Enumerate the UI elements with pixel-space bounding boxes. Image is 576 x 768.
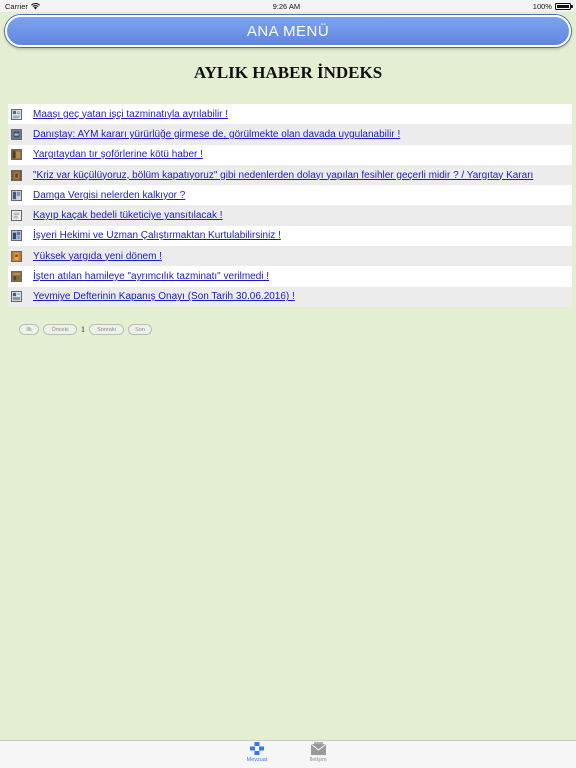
pager-current-page: 1	[81, 325, 85, 334]
pager-first-button[interactable]: İlk	[19, 324, 39, 335]
news-link[interactable]: Danıştay: AYM kararı yürürlüğe girmese d…	[33, 129, 400, 140]
envelope-icon	[310, 742, 326, 755]
news-row: Kayıp kaçak bedeli tüketiciye yansıtılac…	[8, 205, 572, 226]
news-thumbnail-icon[interactable]	[11, 210, 22, 222]
grid-blocks-icon	[250, 742, 264, 755]
pager-prev-button[interactable]: Önceki	[43, 324, 77, 335]
news-link[interactable]: Kayıp kaçak bedeli tüketiciye yansıtılac…	[33, 210, 223, 221]
news-row: Yargıtaydan tır şoförlerine kötü haber !	[8, 144, 572, 165]
main-menu-button[interactable]: ANA MENÜ	[5, 15, 571, 47]
news-link[interactable]: İşten atılan hamileye "ayrımcılık tazmin…	[33, 271, 269, 282]
news-link[interactable]: Damga Vergisi nelerden kalkıyor ?	[33, 190, 185, 201]
wifi-icon	[30, 2, 40, 9]
news-link[interactable]: Yargıtaydan tır şoförlerine kötü haber !	[33, 149, 203, 160]
tab-bar: Mevzuat İletişim	[0, 740, 576, 768]
status-left: Carrier	[5, 2, 40, 11]
status-time: 9:26 AM	[272, 1, 301, 11]
status-right: 100%	[532, 1, 573, 11]
pager-last-button[interactable]: Son	[128, 324, 152, 335]
news-row: Yüksek yargıda yeni dönem !	[8, 246, 572, 267]
page-title: AYLIK HABER İNDEKS	[193, 63, 383, 82]
news-link[interactable]: Yevmiye Defterinin Kapanış Onayı (Son Ta…	[33, 291, 295, 302]
news-thumbnail-icon[interactable]	[11, 230, 22, 242]
tab-label: İletişim	[309, 757, 327, 763]
battery-icon	[554, 2, 573, 10]
news-thumbnail-icon[interactable]	[11, 250, 22, 262]
news-thumbnail-icon[interactable]	[11, 271, 22, 283]
tab-iletisim[interactable]: İletişim	[298, 742, 338, 768]
news-list: Maaşı geç yatan işçi tazminatıyla ayrıla…	[8, 104, 572, 307]
news-link[interactable]: Yüksek yargıda yeni dönem !	[33, 251, 162, 262]
news-thumbnail-icon[interactable]	[11, 189, 22, 201]
status-bar: Carrier 9:26 AM 100%	[0, 0, 576, 12]
pagination: İlk Önceki 1 Sonraki Son	[19, 324, 152, 335]
news-row: İşyeri Hekimi ve Uzman Çalıştırmaktan Ku…	[8, 225, 572, 247]
news-row: Danıştay: AYM kararı yürürlüğe girmese d…	[8, 124, 572, 145]
news-link[interactable]: Maaşı geç yatan işçi tazminatıyla ayrıla…	[33, 109, 228, 120]
news-row: Yevmiye Defterinin Kapanış Onayı (Son Ta…	[8, 286, 572, 307]
news-link[interactable]: "Kriz var küçülüyoruz, bölüm kapatıyoruz…	[33, 170, 533, 181]
news-row: Damga Vergisi nelerden kalkıyor ?	[8, 185, 572, 206]
pager-next-button[interactable]: Sonraki	[89, 324, 124, 335]
tab-label: Mevzuat	[246, 757, 268, 763]
news-row: Maaşı geç yatan işçi tazminatıyla ayrıla…	[8, 104, 572, 125]
news-thumbnail-icon[interactable]	[11, 291, 22, 303]
battery-percent: 100%	[532, 1, 552, 11]
news-thumbnail-icon[interactable]	[11, 149, 22, 161]
news-thumbnail-icon[interactable]	[11, 169, 22, 181]
news-thumbnail-icon[interactable]	[11, 108, 22, 120]
news-link[interactable]: İşyeri Hekimi ve Uzman Çalıştırmaktan Ku…	[33, 230, 281, 241]
news-thumbnail-icon[interactable]	[11, 128, 22, 140]
tab-mevzuat[interactable]: Mevzuat	[237, 742, 277, 768]
news-row: "Kriz var küçülüyoruz, bölüm kapatıyoruz…	[8, 164, 572, 186]
carrier-label: Carrier	[5, 1, 28, 11]
news-row: İşten atılan hamileye "ayrımcılık tazmin…	[8, 266, 572, 287]
